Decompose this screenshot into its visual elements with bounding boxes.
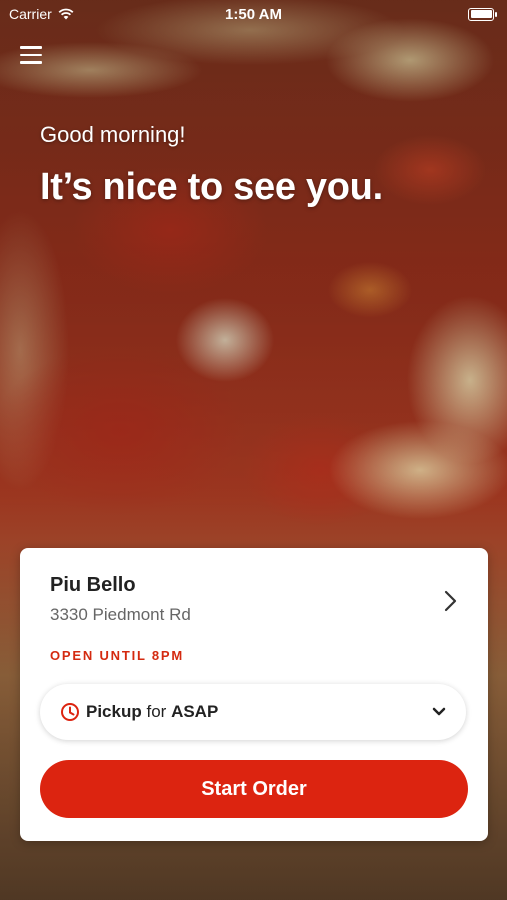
carrier-label: Carrier: [9, 6, 52, 22]
hamburger-menu-icon[interactable]: [20, 46, 42, 66]
battery-icon: [468, 7, 497, 21]
chevron-down-icon: [432, 707, 446, 716]
start-order-button[interactable]: Start Order: [40, 760, 468, 818]
wifi-icon: [58, 8, 74, 20]
clock-icon: [61, 703, 79, 721]
order-timing: ASAP: [171, 702, 219, 721]
chevron-right-icon: [444, 590, 457, 612]
location-card: Piu Bello 3330 Piedmont Rd OPEN UNTIL 8P…: [20, 548, 488, 841]
restaurant-name: Piu Bello: [50, 574, 136, 596]
status-time: 1:50 AM: [225, 5, 282, 23]
restaurant-address: 3330 Piedmont Rd: [50, 605, 191, 624]
order-connector: for: [146, 702, 167, 721]
restaurant-info-link[interactable]: Piu Bello 3330 Piedmont Rd: [50, 574, 468, 634]
hours-status: OPEN UNTIL 8PM: [50, 648, 185, 663]
order-mode-dropdown[interactable]: Pickup for ASAP: [40, 684, 466, 740]
battery-level: [470, 10, 492, 18]
greeting-text: Good morning!: [40, 122, 186, 147]
screen: Carrier 1:50 AM Good morning! It’s nice …: [0, 0, 507, 900]
order-mode-label: Pickup for ASAP: [86, 702, 432, 722]
order-method: Pickup: [86, 702, 142, 721]
headline-text: It’s nice to see you.: [40, 166, 383, 208]
status-bar: Carrier 1:50 AM: [0, 0, 507, 28]
